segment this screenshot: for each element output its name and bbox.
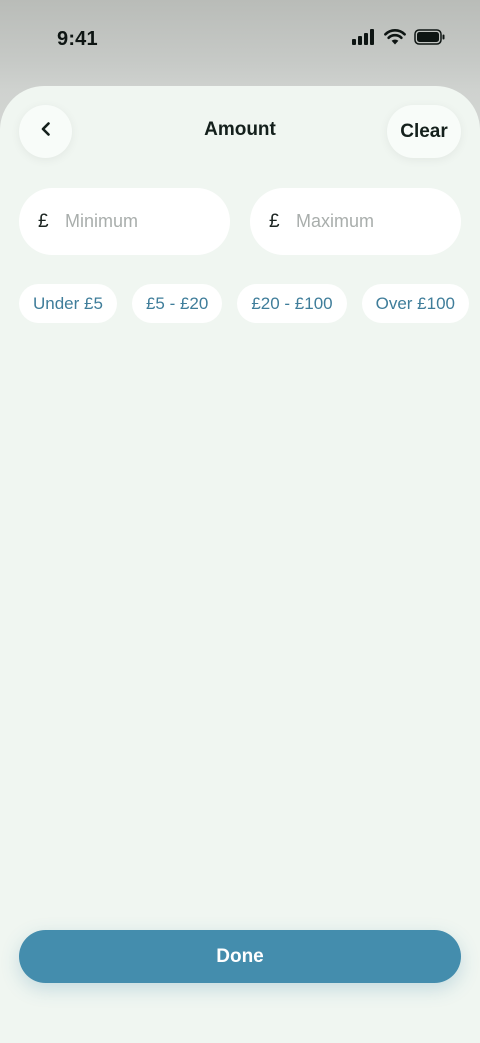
amount-sheet: Amount Clear £ £ Under £5 £5 - £20 £20 -… xyxy=(0,86,480,1043)
preset-chips: Under £5 £5 - £20 £20 - £100 Over £100 xyxy=(19,284,470,323)
preset-chip-over-100[interactable]: Over £100 xyxy=(361,284,470,323)
battery-icon xyxy=(414,29,446,45)
maximum-input[interactable] xyxy=(296,211,436,232)
preset-chip-5-20[interactable]: £5 - £20 xyxy=(131,284,223,323)
status-time: 9:41 xyxy=(57,28,98,50)
status-icons xyxy=(352,29,446,45)
done-button[interactable]: Done xyxy=(19,930,461,983)
preset-chip-under-5[interactable]: Under £5 xyxy=(19,284,117,323)
currency-symbol: £ xyxy=(269,210,280,232)
preset-chip-20-100[interactable]: £20 - £100 xyxy=(237,284,347,323)
status-bar: 9:41 xyxy=(0,0,480,78)
currency-symbol: £ xyxy=(38,210,49,232)
amount-inputs: £ £ xyxy=(19,188,461,255)
wifi-icon xyxy=(384,29,406,45)
cellular-signal-icon xyxy=(352,29,376,45)
maximum-field[interactable]: £ xyxy=(250,188,461,255)
minimum-input[interactable] xyxy=(65,211,205,232)
clear-button[interactable]: Clear xyxy=(387,105,461,158)
sheet-header: Amount Clear xyxy=(0,86,480,176)
minimum-field[interactable]: £ xyxy=(19,188,230,255)
